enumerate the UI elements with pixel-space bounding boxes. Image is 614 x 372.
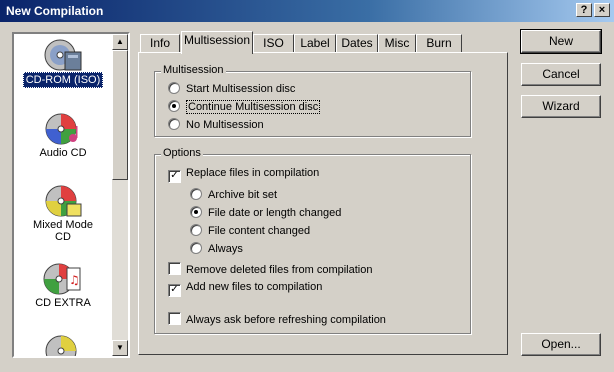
tab-multisession[interactable]: Multisession [181,31,253,54]
radio-label: Always [208,243,243,255]
list-item-label: Mixed Mode CD [33,219,93,243]
wizard-button[interactable]: Wizard [521,95,601,118]
list-item-mixed-mode-cd[interactable]: Mixed Mode CD [14,184,112,244]
continue-multisession-radio[interactable]: Continue Multisession disc [168,100,321,114]
checkbox-indicator [168,262,181,275]
radio-indicator [190,206,202,218]
checkbox-indicator: ✓ [168,284,181,297]
start-multisession-radio[interactable]: Start Multisession disc [168,82,295,96]
cd-rom-iso-icon [44,39,82,71]
new-compilation-window: New Compilation ? × CD-ROM (ISO) Audio C… [0,0,614,372]
checkbox-indicator [168,312,181,325]
new-button[interactable]: New [520,29,602,54]
archive-bit-radio[interactable]: Archive bit set [190,188,277,202]
radio-label: File content changed [208,225,311,237]
scroll-thumb[interactable] [112,50,128,180]
svg-text:♫: ♫ [69,273,80,287]
radio-indicator [168,82,180,94]
checkbox-label: Replace files in compilation [186,167,320,179]
checkbox-label: Always ask before refreshing compilation [186,314,386,326]
mixed-mode-cd-icon [45,185,82,217]
list-item-partial[interactable] [14,334,112,356]
list-item-label: Audio CD [39,147,87,159]
radio-label: Continue Multisession disc [186,100,321,114]
window-title: New Compilation [6,4,104,18]
add-new-files-checkbox[interactable]: ✓ Add new files to compilation [168,281,322,297]
radio-label: Start Multisession disc [186,83,296,95]
checkbox-label: Add new files to compilation [186,281,323,293]
list-item-audio-cd[interactable]: Audio CD [14,112,112,160]
always-radio[interactable]: Always [190,242,243,256]
radio-indicator [168,100,180,112]
radio-label: Archive bit set [208,189,278,201]
radio-indicator [190,242,202,254]
file-content-radio[interactable]: File content changed [190,224,310,238]
compilation-type-list[interactable]: CD-ROM (ISO) Audio CD Mixed Mode CD ♫ CD… [12,32,130,358]
scroll-up-button[interactable]: ▲ [112,34,128,50]
open-button[interactable]: Open... [521,333,601,356]
list-item-label: CD EXTRA [35,297,91,309]
cancel-button[interactable]: Cancel [521,63,601,86]
remove-deleted-checkbox[interactable]: Remove deleted files from compilation [168,262,372,277]
tab-dates[interactable]: Dates [336,34,378,52]
radio-label: File date or length changed [208,207,342,219]
list-item-cd-rom-iso[interactable]: CD-ROM (ISO) [14,38,112,88]
help-button[interactable]: ? [576,3,592,17]
list-item-cd-extra[interactable]: ♫ CD EXTRA [14,262,112,310]
tab-label[interactable]: Label [294,34,336,52]
tab-info[interactable]: Info [140,34,180,52]
title-bar[interactable]: New Compilation ? × [0,0,614,22]
checkbox-label: Remove deleted files from compilation [186,264,373,276]
options-group: Options ✓ Replace files in compilation Ar… [154,147,471,334]
multisession-group: Multisession Start Multisession disc Con… [154,64,471,137]
radio-indicator [190,224,202,236]
scroll-down-button[interactable]: ▼ [112,340,128,356]
radio-indicator [190,188,202,200]
radio-label: No Multisession [186,119,264,131]
multisession-group-label: Multisession [161,64,226,76]
cd-icon [45,335,77,356]
replace-files-checkbox[interactable]: ✓ Replace files in compilation [168,167,319,183]
multisession-panel: Multisession Start Multisession disc Con… [138,52,508,355]
audio-cd-icon [45,113,78,145]
list-item-label: CD-ROM (ISO) [22,72,104,88]
always-ask-checkbox[interactable]: Always ask before refreshing compilation [168,312,386,327]
cd-extra-icon: ♫ [43,263,81,295]
checkbox-indicator: ✓ [168,170,181,183]
tab-iso[interactable]: ISO [253,34,294,52]
tab-misc[interactable]: Misc [378,34,416,52]
file-date-length-radio[interactable]: File date or length changed [190,206,341,220]
tab-burn[interactable]: Burn [416,34,462,52]
close-button[interactable]: × [594,3,610,17]
radio-indicator [168,118,180,130]
options-group-label: Options [161,147,203,159]
no-multisession-radio[interactable]: No Multisession [168,118,264,132]
list-scrollbar[interactable]: ▲ ▼ [112,34,128,356]
